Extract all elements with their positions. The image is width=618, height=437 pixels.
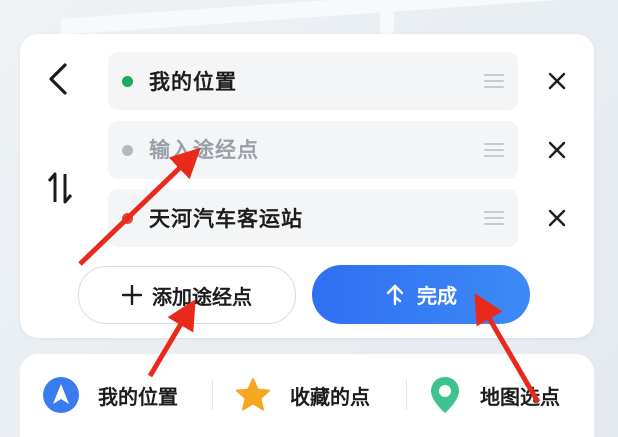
origin-dot [122, 75, 133, 87]
back-button[interactable] [42, 60, 74, 98]
divider [212, 380, 213, 410]
route-stop-waypoint[interactable] [108, 121, 518, 179]
add-waypoint-button[interactable]: 添加途经点 [78, 266, 296, 324]
my-location-label: 我的位置 [98, 384, 178, 409]
route-stop-destination[interactable]: 天河汽车客运站 [108, 189, 518, 247]
star-icon [236, 378, 270, 411]
map-road [60, 0, 600, 35]
remove-destination-button[interactable] [540, 201, 574, 235]
favorites-label: 收藏的点 [290, 384, 370, 409]
drag-handle-icon[interactable] [484, 143, 504, 157]
close-icon [548, 72, 566, 90]
swap-stops-button[interactable] [42, 168, 78, 208]
drag-handle-icon[interactable] [484, 74, 504, 88]
navigation-arrow-icon [43, 377, 79, 413]
close-icon [548, 209, 566, 227]
drag-handle-icon[interactable] [484, 211, 504, 225]
plus-icon [122, 285, 142, 305]
add-waypoint-label: 添加途经点 [152, 284, 252, 309]
route-planner-card: 我的位置 天河汽车客运站 添加途经点 [20, 34, 594, 338]
waypoint-dot [122, 144, 133, 156]
bottom-quick-bar: 我的位置 收藏的点 地图选点 [20, 354, 594, 437]
remove-waypoint-button[interactable] [540, 133, 574, 167]
my-location-shortcut[interactable]: 我的位置 [42, 375, 178, 415]
done-label: 完成 [417, 284, 457, 308]
destination-dot [122, 212, 133, 224]
pick-on-map-shortcut[interactable]: 地图选点 [428, 375, 560, 415]
route-stop-origin[interactable]: 我的位置 [108, 52, 518, 110]
favorites-shortcut[interactable]: 收藏的点 [234, 375, 370, 415]
close-icon [548, 141, 566, 159]
done-button[interactable]: 完成 [312, 265, 530, 324]
remove-origin-button[interactable] [540, 64, 574, 98]
route-arrow-icon [386, 284, 404, 305]
map-road [380, 0, 394, 34]
divider [406, 380, 407, 410]
origin-label: 我的位置 [149, 70, 237, 94]
destination-label: 天河汽车客运站 [149, 207, 303, 231]
waypoint-input[interactable] [149, 138, 484, 162]
chevron-left-icon [49, 63, 67, 95]
pick-on-map-label: 地图选点 [480, 384, 560, 409]
map-pin-icon [431, 377, 459, 413]
swap-vertical-icon [47, 172, 73, 204]
